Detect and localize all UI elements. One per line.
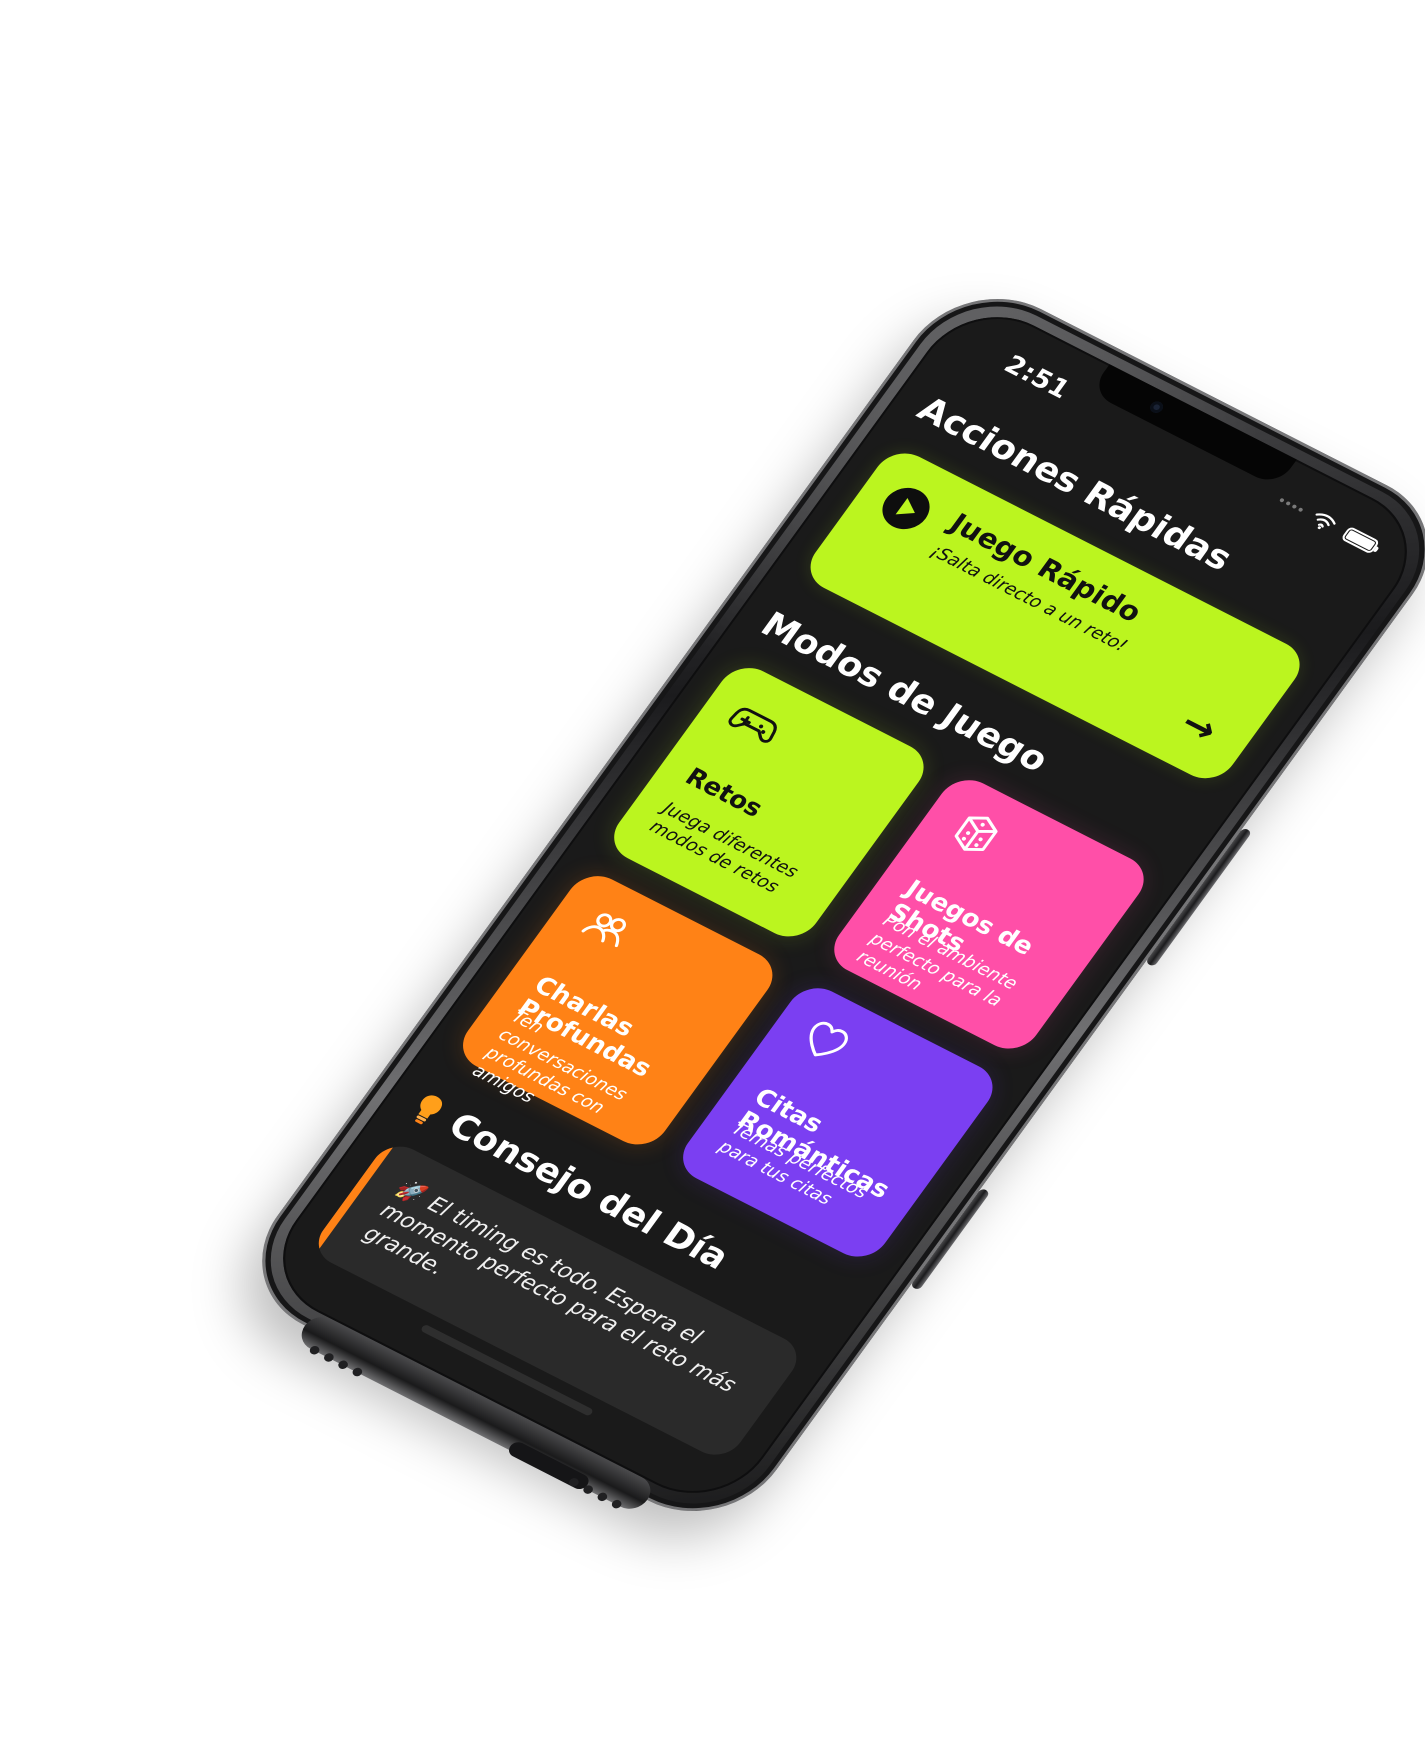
status-time: 2:51 (998, 350, 1076, 406)
speaker-hole (595, 1491, 610, 1503)
signal-icon (1278, 497, 1304, 513)
speaker-hole (322, 1351, 336, 1364)
speaker-hole (350, 1366, 365, 1378)
battery-icon (1340, 525, 1381, 555)
device-mockup-scene: 2:51 Acciones Rápidas Juego Rápido ¡Salt… (0, 0, 1425, 1764)
speaker-hole (307, 1344, 322, 1356)
wifi-icon (1315, 513, 1336, 530)
heart-icon (809, 1021, 848, 1057)
gamepad-icon (728, 707, 777, 743)
status-icons (1275, 492, 1381, 555)
speaker-hole (336, 1359, 350, 1371)
lightbulb-icon (414, 1095, 442, 1125)
front-camera (1147, 399, 1166, 415)
arrow-right-icon: → (1172, 700, 1228, 752)
users-icon (581, 913, 626, 948)
phone-screen: 2:51 Acciones Rápidas Juego Rápido ¡Salt… (253, 292, 1425, 1518)
phone-mockup: 2:51 Acciones Rápidas Juego Rápido ¡Salt… (226, 270, 1425, 1540)
charging-port (505, 1439, 592, 1492)
dice-icon (954, 816, 998, 851)
play-icon (873, 480, 940, 537)
speaker-hole (609, 1498, 624, 1510)
home-content: Acciones Rápidas Juego Rápido ¡Salta dir… (253, 390, 1350, 1497)
